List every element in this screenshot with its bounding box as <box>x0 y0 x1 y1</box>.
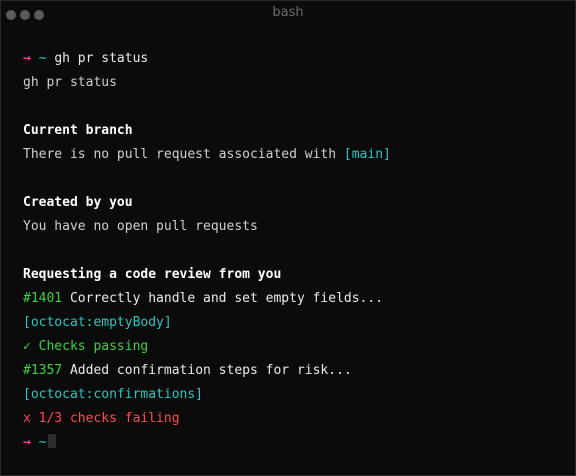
text-cursor[interactable] <box>48 434 57 448</box>
pr-title-line: #1357 Added confirmation steps for risk.… <box>23 359 565 383</box>
terminal-window: bash → ~ gh pr status gh pr status Curre… <box>0 0 576 476</box>
pr-number: #1357 <box>23 363 63 378</box>
command-text: gh pr status <box>54 51 149 66</box>
pr-title-line: #1401 Correctly handle and set empty fie… <box>23 287 565 311</box>
terminal-output[interactable]: → ~ gh pr status gh pr status Current br… <box>23 47 565 455</box>
pr-number: #1401 <box>23 291 63 306</box>
prompt-directory: ~ <box>38 51 47 66</box>
current-branch-line: There is no pull request associated with… <box>23 143 565 167</box>
prompt-arrow-icon: → <box>23 435 31 450</box>
created-by-you-text: You have no open pull requests <box>23 219 258 234</box>
pr-branch: [octocat:confirmations] <box>23 387 204 402</box>
current-branch-name: [main] <box>343 147 391 162</box>
current-branch-heading: Current branch <box>23 123 133 138</box>
window-title: bash <box>272 5 304 20</box>
prompt-line: → ~ gh pr status <box>23 47 565 71</box>
prompt-arrow-icon: → <box>23 51 31 66</box>
pr-checks-status: ✓ Checks passing <box>23 339 149 354</box>
prompt-directory: ~ <box>38 435 47 450</box>
pr-title: Added confirmation steps for risk... <box>69 363 352 378</box>
current-branch-text: There is no pull request associated with <box>23 147 344 162</box>
command-echo: gh pr status <box>23 75 117 90</box>
review-requests-heading: Requesting a code review from you <box>23 267 282 282</box>
pr-branch: [octocat:emptyBody] <box>23 315 172 330</box>
created-by-you-heading: Created by you <box>23 195 133 210</box>
pr-checks-status: x 1/3 checks failing <box>23 411 180 426</box>
title-bar: bash <box>1 1 575 25</box>
prompt-line: → ~ <box>23 431 565 455</box>
pr-title: Correctly handle and set empty fields... <box>69 291 384 306</box>
